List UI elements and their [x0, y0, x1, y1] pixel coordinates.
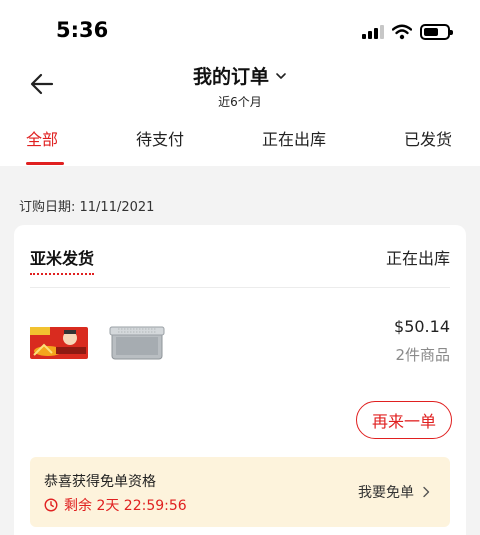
order-tabs: 全部 待支付 正在出库 已发货: [0, 126, 480, 166]
status-icons: [362, 22, 453, 42]
tab-pending-payment[interactable]: 待支付: [136, 126, 184, 150]
clock-icon: [44, 498, 58, 512]
tab-processing[interactable]: 正在出库: [262, 126, 326, 150]
header-title-group[interactable]: 我的订单 近6个月: [140, 62, 340, 110]
free-order-timer: 剩余 2天 22:59:56: [44, 495, 187, 515]
chevron-down-icon: [276, 72, 286, 79]
claim-free-order-label: 我要免单: [358, 485, 414, 501]
chevron-right-icon: [423, 486, 430, 498]
free-order-title: 恭喜获得免单资格: [44, 474, 156, 490]
wifi-icon: [392, 24, 412, 40]
order-card-header: 亚米发货 正在出库: [30, 245, 450, 275]
back-arrow-icon[interactable]: [28, 70, 56, 98]
product-thumbnail-tray[interactable]: [108, 321, 166, 367]
page-subtitle: 近6个月: [218, 95, 262, 109]
order-card[interactable]: 亚米发货 正在出库 $50.14 2件商品 再来一单 恭喜获得免单资格 剩余 2…: [14, 225, 466, 535]
top-bar: 5:36 我的订单 近6个月 全部 待支付 正在出库 已发货: [0, 0, 480, 166]
tab-shipped[interactable]: 已发货: [404, 126, 452, 150]
status-time: 5:36: [56, 18, 109, 42]
claim-free-order-link[interactable]: 我要免单: [358, 482, 430, 502]
active-tab-indicator: [26, 162, 64, 165]
signal-icon: [362, 25, 384, 39]
tab-all[interactable]: 全部: [26, 126, 58, 150]
free-order-banner[interactable]: 恭喜获得免单资格 剩余 2天 22:59:56 我要免单: [30, 457, 450, 527]
order-status: 正在出库: [385, 249, 450, 268]
battery-icon: [420, 24, 453, 40]
product-thumbnail-snack[interactable]: [30, 325, 88, 361]
page-title[interactable]: 我的订单: [193, 62, 287, 89]
reorder-button[interactable]: 再来一单: [356, 401, 452, 439]
free-order-timer-text: 剩余 2天 22:59:56: [64, 498, 187, 514]
item-count: 2件商品: [395, 346, 450, 364]
order-date: 订购日期: 11/11/2021: [19, 200, 155, 215]
page-title-text: 我的订单: [192, 66, 269, 88]
divider: [30, 287, 450, 288]
shipper-label[interactable]: 亚米发货: [30, 245, 95, 275]
order-total-price: $50.14: [394, 317, 450, 336]
